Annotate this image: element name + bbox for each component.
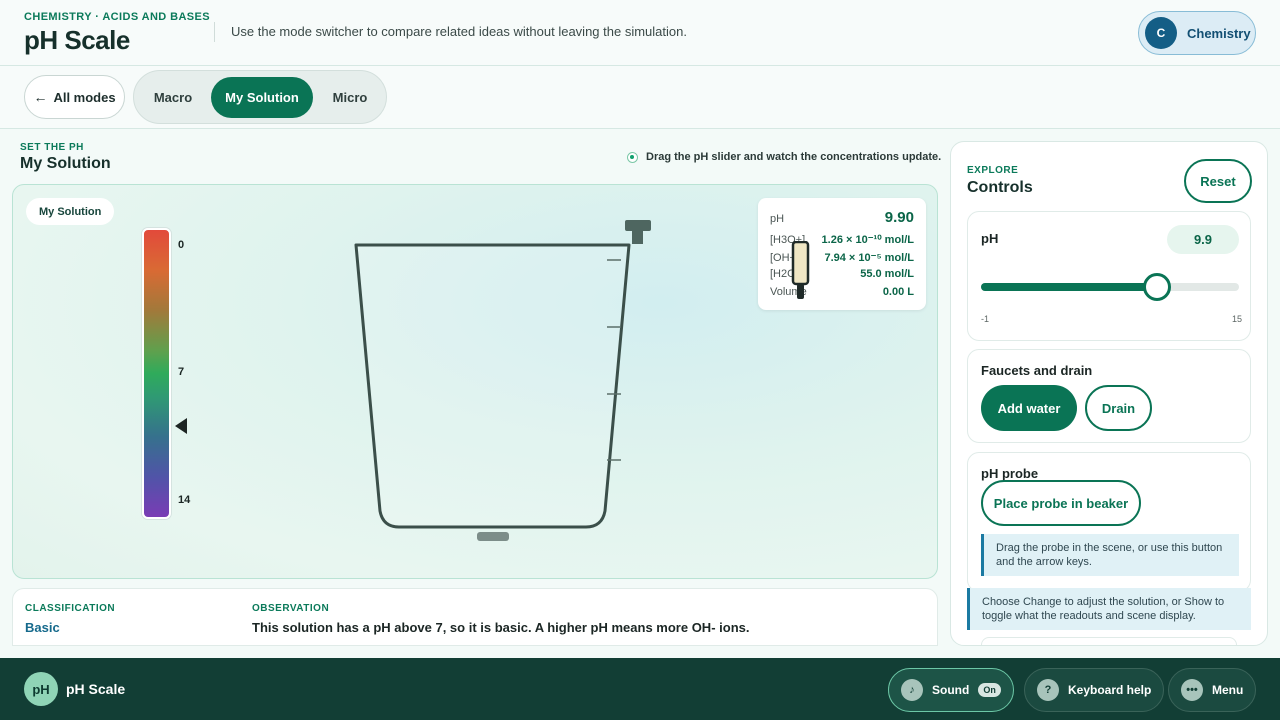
ph-tick-7: 7 xyxy=(178,366,185,378)
scene-hint-text: Drag the pH slider and watch the concent… xyxy=(646,151,942,163)
add-water-button[interactable]: Add water xyxy=(981,385,1077,431)
all-modes-button[interactable]: ← All modes xyxy=(24,75,125,119)
hint-dot-icon xyxy=(627,151,638,163)
faucets-title: Faucets and drain xyxy=(981,363,1093,378)
footer-logo: pH xyxy=(24,672,58,706)
ph-scale-pointer[interactable] xyxy=(175,418,187,434)
ph-slider-min: -1 xyxy=(981,314,990,324)
controls-title: Controls xyxy=(967,179,1033,196)
sound-label: Sound xyxy=(932,683,970,697)
faucet-spout xyxy=(632,230,643,244)
show-option-row[interactable] xyxy=(981,637,1237,645)
ph-tick-14: 14 xyxy=(178,494,191,506)
sound-toggle[interactable]: ♪ Sound On xyxy=(888,668,1014,712)
beaker xyxy=(354,220,651,541)
readout-oh-value: 7.94 × 10⁻⁵ mol/L xyxy=(824,252,914,264)
ph-value-pill: 9.9 xyxy=(1167,225,1239,254)
footer-title: pH Scale xyxy=(66,681,126,697)
simulation-scene: My Solution 0 7 14 pH 9.90 [H3O+] 1.26 ×… xyxy=(12,184,938,579)
readout-h2o-value: 55.0 mol/L xyxy=(860,268,914,280)
classification-label: CLASSIFICATION xyxy=(25,603,116,614)
menu-label: Menu xyxy=(1212,683,1244,697)
readout-h3o-value: 1.26 × 10⁻¹⁰ mol/L xyxy=(821,234,914,246)
controls-eyebrow: EXPLORE xyxy=(967,165,1019,176)
reset-button[interactable]: Reset xyxy=(1184,159,1252,203)
music-note-icon: ♪ xyxy=(901,679,923,701)
app-title: pH Scale xyxy=(24,25,130,55)
keyboard-help-label: Keyboard help xyxy=(1068,683,1152,697)
drain-button[interactable]: Drain xyxy=(1085,385,1152,431)
question-icon: ? xyxy=(1037,679,1059,701)
mode-switcher: Macro My Solution Micro xyxy=(133,70,387,124)
classification-card: CLASSIFICATION Basic OBSERVATION This so… xyxy=(12,588,938,646)
all-modes-label: All modes xyxy=(53,89,116,105)
probe-card: pH probe Place probe in beaker Drag the … xyxy=(967,452,1251,592)
back-arrow-icon: ← xyxy=(33,89,48,105)
faucets-card: Faucets and drain Add water Drain xyxy=(967,349,1251,443)
observation-text: This solution has a pH above 7, so it is… xyxy=(252,620,750,635)
header-divider xyxy=(214,22,215,42)
ph-slider-fill xyxy=(981,283,1157,291)
ph-color-scale xyxy=(142,228,171,519)
tab-micro[interactable]: Micro xyxy=(318,77,382,118)
subject-eyebrow: CHEMISTRY · ACIDS AND BASES xyxy=(24,11,210,23)
keyboard-help-button[interactable]: ? Keyboard help xyxy=(1024,668,1165,712)
readout-ph-value: 9.90 xyxy=(884,209,914,226)
controls-panel: EXPLORE Controls Reset pH 9.9 -1 15 Fauc… xyxy=(950,141,1268,646)
place-probe-button[interactable]: Place probe in beaker xyxy=(981,480,1141,526)
ph-control-card: pH 9.9 -1 15 xyxy=(967,211,1251,341)
ph-slider[interactable] xyxy=(981,273,1239,301)
drain-valve[interactable] xyxy=(477,532,509,541)
probe-note: Drag the probe in the scene, or use this… xyxy=(981,534,1239,576)
controls-tip: Choose Change to adjust the solution, or… xyxy=(967,588,1251,630)
beaker-outline xyxy=(354,243,631,529)
menu-dots-icon: ••• xyxy=(1181,679,1203,701)
ph-slider-thumb[interactable] xyxy=(1142,273,1171,301)
classification-value: Basic xyxy=(25,620,60,635)
scene-hint: Drag the pH slider and watch the concent… xyxy=(627,151,941,163)
observation-label: OBSERVATION xyxy=(252,603,330,614)
subject-avatar: C xyxy=(1145,17,1177,49)
subject-label: Chemistry xyxy=(1187,25,1251,41)
readout-ph-label: pH xyxy=(770,213,785,225)
mode-bar: ← All modes Macro My Solution Micro xyxy=(0,66,1280,129)
readout-volume-value: 0.00 L xyxy=(882,286,914,298)
menu-button[interactable]: ••• Menu xyxy=(1168,668,1257,712)
readout-panel: pH 9.90 [H3O+] 1.26 × 10⁻¹⁰ mol/L [OH−] … xyxy=(758,198,926,310)
tab-macro[interactable]: Macro xyxy=(140,77,206,118)
ph-slider-max: 15 xyxy=(1231,314,1242,324)
sound-state-badge: On xyxy=(978,683,1001,697)
ph-control-label: pH xyxy=(981,231,999,246)
header-subtitle: Use the mode switcher to compare related… xyxy=(231,24,687,39)
faucet-head[interactable] xyxy=(625,220,651,231)
app-header: CHEMISTRY · ACIDS AND BASES pH Scale Use… xyxy=(0,0,1280,66)
subject-button[interactable]: C Chemistry xyxy=(1138,11,1256,55)
scene-tag: My Solution xyxy=(26,198,115,225)
probe-title: pH probe xyxy=(981,466,1039,481)
scene-title: My Solution xyxy=(20,155,111,172)
app-footer: pH pH Scale ♪ Sound On ? Keyboard help •… xyxy=(0,658,1280,720)
ph-probe[interactable] xyxy=(791,241,811,303)
scene-eyebrow: SET THE PH xyxy=(20,142,84,153)
tab-my-solution[interactable]: My Solution xyxy=(211,77,313,118)
ph-tick-0: 0 xyxy=(178,239,185,251)
